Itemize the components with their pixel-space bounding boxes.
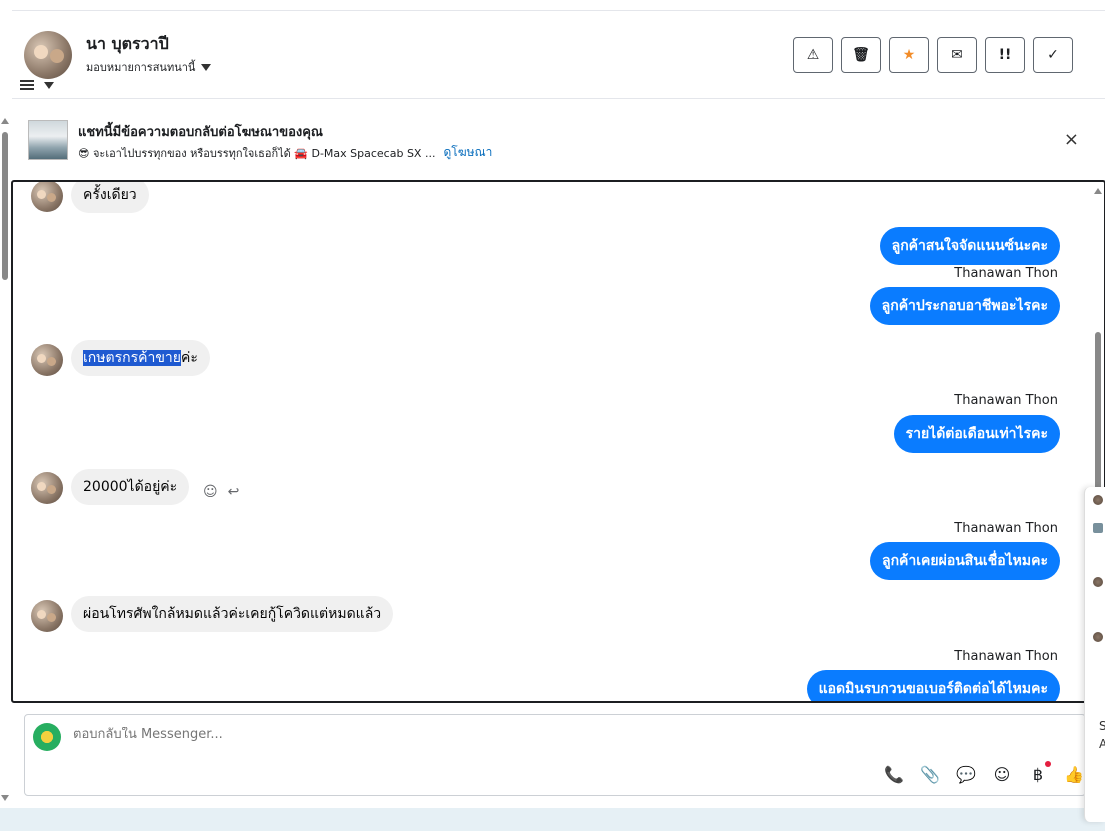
sender-name: Thanawan Thon <box>954 649 1058 664</box>
page-avatar <box>33 723 61 751</box>
scroll-down-arrow-icon[interactable] <box>1 795 9 801</box>
incoming-message[interactable]: ครั้งเดียว <box>71 182 149 213</box>
outgoing-message[interactable]: ลูกค้าสนใจจัดแนนซ์นะคะ <box>879 227 1060 265</box>
composer-toolbar: 📞 📎 💬 ☺ ฿ 👍 <box>883 761 1085 785</box>
emoji-reaction-icon[interactable]: ☺ <box>203 484 218 500</box>
conversation-actions: ⚠ 🗑 ★ ✉ !! ✓ <box>793 37 1073 73</box>
report-button[interactable]: ⚠ <box>793 37 833 73</box>
spam-icon: !! <box>998 47 1012 63</box>
emoji-icon[interactable]: ☺ <box>991 763 1013 785</box>
sender-avatar[interactable] <box>31 344 63 376</box>
check-icon: ✓ <box>1047 47 1059 63</box>
notification-dot <box>1045 761 1051 767</box>
panel-text: A <box>1099 737 1105 751</box>
chevron-down-icon <box>44 81 54 89</box>
sender-name: Thanawan Thon <box>954 521 1058 536</box>
mark-unread-button[interactable]: ✉ <box>937 37 977 73</box>
ad-thumbnail[interactable] <box>28 120 68 160</box>
chevron-down-icon <box>201 63 212 71</box>
conversation-header: นา บุตรวาปี มอบหมายการสนทนานี้ ⚠ 🗑 ★ ✉ !… <box>12 11 1105 99</box>
saved-reply-icon[interactable]: 💬 <box>955 763 977 785</box>
ad-reply-banner: แชทนี้มีข้อความตอบกลับต่อโฆษณาของคุณ 😎 จ… <box>12 100 1105 178</box>
filter-dropdown[interactable] <box>20 79 54 91</box>
star-button[interactable]: ★ <box>889 37 929 73</box>
selected-text: เกษตรกรค้าขาย <box>83 350 181 366</box>
avatar[interactable] <box>1093 632 1103 642</box>
ad-text: 😎 จะเอาไปบรรทุกของ หรือบรรทุกใจเธอก็ได้ … <box>78 146 436 160</box>
scroll-thumb[interactable] <box>1095 332 1101 502</box>
avatar[interactable] <box>1093 495 1103 505</box>
side-panel[interactable]: S A <box>1084 487 1105 822</box>
star-icon: ★ <box>902 47 916 63</box>
warning-icon: ⚠ <box>806 47 820 63</box>
filter-icon <box>20 79 34 91</box>
assign-conversation-dropdown[interactable]: มอบหมายการสนทนานี้ <box>86 58 212 76</box>
sender-name: Thanawan Thon <box>954 393 1058 408</box>
incoming-message[interactable]: ผ่อนโทรศัพใกล้หมดแล้วค่ะเคยกู้โควิดแต่หม… <box>71 596 394 632</box>
panel-text: S <box>1099 719 1105 733</box>
scroll-up-arrow-icon[interactable] <box>1094 188 1102 194</box>
outgoing-message[interactable]: รายได้ต่อเดือนเท่าไรคะ <box>893 415 1060 453</box>
message-thread[interactable]: ครั้งเดียว ลูกค้าสนใจจัดแนนซ์นะคะ Thanaw… <box>11 180 1105 703</box>
incoming-message[interactable]: เกษตรกรค้าขายค่ะ <box>71 340 210 376</box>
payment-icon[interactable]: ฿ <box>1027 761 1051 785</box>
sender-avatar[interactable] <box>31 182 63 212</box>
thumbs-up-icon[interactable]: 👍 <box>1063 763 1085 785</box>
spam-button[interactable]: !! <box>985 37 1025 73</box>
scroll-up-arrow-icon[interactable] <box>1 118 9 124</box>
sender-avatar[interactable] <box>31 472 63 504</box>
envelope-icon: ✉ <box>951 47 963 63</box>
contact-avatar[interactable] <box>24 31 72 79</box>
sender-avatar[interactable] <box>31 600 63 632</box>
outgoing-message[interactable]: แอดมินรบกวนขอเบอร์ติดต่อได้ไหมคะ <box>806 670 1060 701</box>
reply-composer: 📞 📎 💬 ☺ ฿ 👍 <box>24 714 1086 796</box>
message-actions: ☺ ↩ <box>203 484 239 500</box>
attachment-icon[interactable]: 📎 <box>919 763 941 785</box>
reply-input[interactable] <box>73 727 673 742</box>
outgoing-message[interactable]: ลูกค้าเคยผ่อนสินเชื่อไหมคะ <box>869 542 1060 580</box>
done-button[interactable]: ✓ <box>1033 37 1073 73</box>
delete-button[interactable]: 🗑 <box>841 37 881 73</box>
add-call-icon[interactable]: 📞 <box>883 763 905 785</box>
close-icon[interactable]: × <box>1064 129 1079 150</box>
contact-name[interactable]: นา บุตรวาปี <box>86 32 169 57</box>
incoming-message[interactable]: 20000ได้อยู่ค่ะ <box>71 469 190 505</box>
ad-banner-subtitle: 😎 จะเอาไปบรรทุกของ หรือบรรทุกใจเธอก็ได้ … <box>78 143 492 162</box>
sender-name: Thanawan Thon <box>954 266 1058 281</box>
outgoing-message[interactable]: ลูกค้าประกอบอาชีพอะไรคะ <box>869 287 1060 325</box>
avatar[interactable] <box>1093 577 1103 587</box>
reply-icon[interactable]: ↩ <box>228 484 240 500</box>
view-ad-link[interactable]: ดูโฆษณา <box>443 143 492 162</box>
trash-icon: 🗑 <box>852 47 870 63</box>
message-text: ค่ะ <box>180 350 198 366</box>
assign-label: มอบหมายการสนทนานี้ <box>86 61 196 74</box>
ad-banner-title: แชทนี้มีข้อความตอบกลับต่อโฆษณาของคุณ <box>78 125 323 140</box>
page-footer-background <box>0 808 1105 831</box>
thumbnail[interactable] <box>1093 523 1103 533</box>
scroll-thumb[interactable] <box>2 132 8 280</box>
